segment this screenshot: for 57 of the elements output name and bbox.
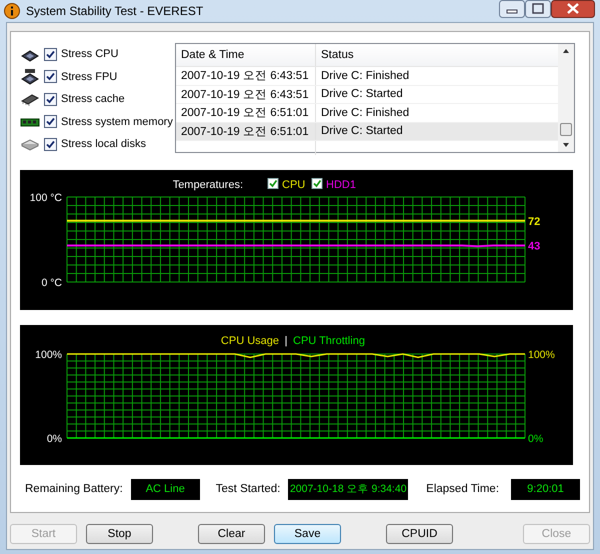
status-label: Elapsed Time: [426,483,500,495]
column-header[interactable]: Date & Time [176,44,316,66]
minimize-icon[interactable] [499,0,525,18]
table-cell-text: Drive C: Finished [320,106,410,121]
axis-label: 0% [528,432,544,444]
option-label: Stress local disks [61,138,146,150]
table-cell: 2007-10-19 오전 6:51:01 [176,104,316,122]
option-label: Stress FPU [61,70,118,83]
table-cell: 2007-10-19 오전 6:51:01 [176,122,316,140]
status-value: 9:20:01 [511,478,580,500]
info-icon [4,3,20,19]
table-cell-text: Drive C: Started [320,124,404,140]
legend-label: HDD1 [326,178,356,190]
axis-label: 0 °C [41,276,62,288]
legend-separator: | [284,334,288,346]
table-cell: 2007-10-19 오전 6:43:51 [176,67,316,84]
current-value: 43 [528,240,540,252]
checkbox[interactable] [44,70,57,84]
status-label: Remaining Battery: [25,483,123,495]
legend-checkbox[interactable] [312,178,322,188]
table-cell: 2007-10-19 오전 6:43:51 [176,86,316,103]
axis-label: 100% [35,348,62,360]
option-label: Stress CPU [61,48,118,60]
legend-label: CPU Usage [220,334,279,346]
current-value: 72 [528,215,540,228]
status-value: AC Line [130,478,200,500]
axis-label: 0% [46,432,62,444]
scroll-thumb[interactable] [560,123,572,136]
scrollbar[interactable] [558,44,574,152]
axis-label: 100 °C [30,192,62,204]
checkbox[interactable] [44,138,57,151]
status-value: 2007-10-18 오후 9:34:40 [288,478,408,500]
legend-label: CPU Throttling [293,334,365,346]
action-button[interactable]: CPUID [386,524,453,544]
window-title: System Stability Test - EVEREST [26,4,204,18]
checkbox[interactable] [44,115,57,128]
status-label: Test Started: [216,483,280,495]
close-icon[interactable] [551,0,595,18]
table-cell-text: Drive C: Finished [320,68,410,84]
legend-title: Temperatures: [172,178,243,190]
action-button[interactable]: Save [274,524,341,544]
legend-checkbox[interactable] [268,178,278,188]
option-label: Stress system memory [61,116,173,128]
table-cell-text: Drive C: Started [320,87,404,102]
checkbox[interactable] [44,92,57,106]
option-label: Stress cache [61,93,125,106]
chip-icon [20,68,40,85]
column-header[interactable]: Status [316,44,558,66]
legend-label: CPU [282,178,306,190]
action-button[interactable]: Stop [86,524,153,544]
table-row[interactable]: 2007-10-19 오전 6:43:51 Drive C: Started [176,86,558,104]
table-row[interactable]: 2007-10-19 오전 6:43:51 Drive C: Finished [176,67,558,86]
maximize-icon[interactable] [525,0,551,18]
action-button[interactable]: Clear [198,524,265,544]
table-row[interactable]: 2007-10-19 오전 6:51:01 Drive C: Started [176,122,558,141]
checkbox[interactable] [44,48,57,61]
axis-label: 100% [528,348,555,360]
